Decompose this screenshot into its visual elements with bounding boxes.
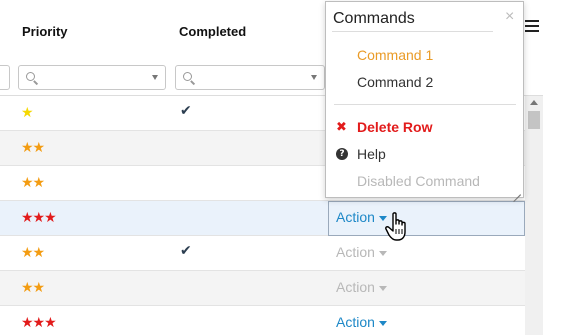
action-label: Action xyxy=(336,244,375,260)
completed-check-icon: ✔ xyxy=(180,243,192,259)
action-label: Action xyxy=(336,209,375,225)
menu-item-help[interactable]: Help xyxy=(357,146,386,162)
menu-title-underline xyxy=(332,31,493,32)
action-dropdown-button[interactable]: Action xyxy=(336,279,387,295)
vertical-scrollbar[interactable] xyxy=(525,96,543,335)
priority-stars: ★★ xyxy=(21,280,45,296)
filter-input-priority[interactable] xyxy=(18,65,166,90)
priority-stars: ★★★ xyxy=(21,315,57,331)
filter-input-first-column[interactable] xyxy=(0,65,10,90)
close-icon[interactable]: × xyxy=(505,9,514,25)
commands-menu: Commands × Command 1 Command 2 ✖ Delete … xyxy=(325,1,524,198)
priority-stars: ★★★ xyxy=(21,210,57,226)
hand-pointer-cursor-icon xyxy=(385,212,406,241)
table-row-selected[interactable]: ★★★ Action xyxy=(0,201,525,236)
search-icon xyxy=(26,72,35,81)
priority-stars: ★★ xyxy=(21,175,45,191)
menu-title: Commands xyxy=(333,10,415,27)
scroll-up-arrow-icon[interactable] xyxy=(530,100,538,105)
action-dropdown-button[interactable]: Action xyxy=(336,209,387,225)
priority-stars: ★★ xyxy=(21,140,45,156)
action-dropdown-button[interactable]: Action xyxy=(336,314,387,330)
help-question-icon: ? xyxy=(336,148,348,160)
chevron-down-icon[interactable] xyxy=(311,75,317,80)
caret-down-icon xyxy=(378,320,387,326)
table-row[interactable]: ★★★ Action xyxy=(0,306,525,335)
caret-down-icon xyxy=(378,285,387,291)
resize-grip-icon[interactable] xyxy=(512,186,521,195)
priority-stars: ★★ xyxy=(21,245,45,261)
action-label: Action xyxy=(336,279,375,295)
action-label: Action xyxy=(336,314,375,330)
table-row[interactable]: ★★ Action xyxy=(0,271,525,306)
hamburger-menu-icon[interactable] xyxy=(525,20,539,35)
action-dropdown-button[interactable]: Action xyxy=(336,244,387,260)
delete-x-icon: ✖ xyxy=(336,120,347,135)
menu-item-command-2[interactable]: Command 2 xyxy=(357,74,433,90)
priority-stars: ★ xyxy=(21,105,34,121)
table-row[interactable]: ★★ ✔ Action xyxy=(0,236,525,271)
menu-item-command-1[interactable]: Command 1 xyxy=(357,47,433,63)
menu-item-disabled-command: Disabled Command xyxy=(357,173,480,189)
menu-divider xyxy=(334,104,516,105)
scrollbar-thumb[interactable] xyxy=(528,111,540,129)
column-header-priority[interactable]: Priority xyxy=(22,24,68,39)
filter-input-completed[interactable] xyxy=(175,65,325,90)
caret-down-icon xyxy=(378,250,387,256)
completed-check-icon: ✔ xyxy=(180,103,192,119)
column-header-completed[interactable]: Completed xyxy=(179,24,246,39)
search-icon xyxy=(183,72,192,81)
menu-item-delete-row[interactable]: Delete Row xyxy=(357,119,432,135)
chevron-down-icon[interactable] xyxy=(152,75,158,80)
